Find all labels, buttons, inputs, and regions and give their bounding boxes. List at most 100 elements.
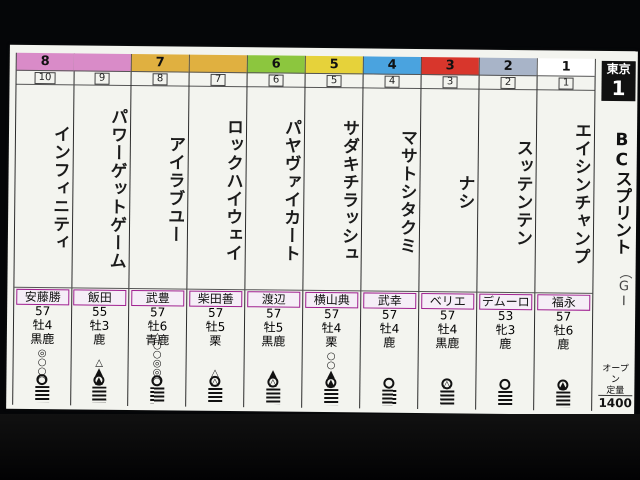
sex-age: 牡4	[379, 321, 400, 336]
horse-columns: 8 10 インフィニティ 安藤勝 57 牡4 黒鹿 ◎ ○ ○ ○ 9 パワーゲットゲーム 飯田 55 牡3 鹿…	[10, 45, 638, 411]
coat-color: 黒鹿	[30, 331, 55, 347]
horse-number-value: 1	[558, 76, 574, 90]
horse-number-value: 6	[268, 73, 284, 87]
horse-name: アイラブユー	[129, 85, 189, 290]
form-bars-icon	[149, 387, 164, 404]
horse-column: 1 1 エイシンチャンプ 福永 57 牡6 鹿 ▲	[534, 58, 596, 411]
coat-color: 鹿	[557, 337, 570, 352]
frame-number-band: 5	[305, 55, 363, 75]
horse-number: 4	[363, 74, 421, 90]
form-bars-icon	[497, 390, 512, 407]
carried-weight: 55	[91, 304, 108, 319]
sex-age: 牡5	[205, 319, 226, 334]
horse-name: サダキチラッシュ	[303, 87, 363, 292]
form-circle-icon	[35, 374, 47, 386]
jockey-name: 渡辺	[247, 291, 301, 308]
form-circle-icon	[440, 378, 452, 390]
horse-name: ナシ	[419, 89, 479, 293]
horse-column: 6 6 パヤヴァイカート 渡辺 57 牡5 黒鹿 ▲ △	[244, 55, 306, 408]
sex-age: 牡4	[321, 321, 342, 336]
horse-column: 4 4 マサトシタクミ 武幸 57 牡4 鹿	[360, 56, 422, 410]
jockey-name: 福永	[537, 294, 591, 311]
frame-number: 1	[561, 59, 571, 75]
horse-column: 2 2 スッテンテン デムーロ 53 牝3 鹿	[476, 57, 538, 411]
frame-number-band: 4	[363, 56, 421, 76]
horse-number-value: 4	[384, 75, 400, 88]
horse-name: マサトシタクミ	[361, 88, 421, 293]
frame-number: 4	[387, 57, 397, 73]
horse-name: ロックハイウェイ	[187, 86, 247, 291]
coat-color: 鹿	[383, 335, 396, 350]
horse-number: 8	[131, 71, 189, 87]
horse-number-value: 2	[500, 76, 516, 89]
form-bars-icon	[439, 390, 454, 407]
jockey-name: デムーロ	[479, 293, 533, 311]
form-circle-icon	[324, 377, 336, 389]
coat-color: 栗	[209, 333, 222, 348]
carried-weight: 57	[265, 306, 282, 321]
jockey-name: 柴田善	[189, 290, 243, 308]
form-circle-icon	[92, 374, 104, 386]
frame-number: 8	[40, 54, 50, 70]
sex-age: 牝3	[495, 322, 516, 338]
race-distance: 1400	[598, 394, 633, 413]
frame-number-band: 8	[16, 52, 74, 72]
horse-column: 9 パワーゲットゲーム 飯田 55 牡3 鹿 △ ▲ ▲	[70, 53, 132, 406]
race-conditions: オープン 定量	[602, 363, 629, 397]
horse-column: 7 ロックハイウェイ 柴田善 57 牡5 栗 △ △	[186, 54, 248, 408]
jockey-name: 武豊	[131, 290, 185, 307]
form-bars-icon	[323, 389, 338, 406]
horse-number: 7	[189, 72, 247, 88]
carried-weight: 57	[34, 303, 51, 319]
frame-number: 2	[503, 58, 513, 74]
sex-age: 牡4	[32, 317, 53, 333]
race-name: BCスプリント	[610, 129, 633, 255]
horse-name: インフィニティ	[14, 84, 74, 289]
sex-age: 牡6	[553, 323, 574, 338]
sex-age: 牡3	[89, 318, 110, 333]
horse-number-value: 9	[94, 72, 110, 85]
carried-weight: 57	[149, 305, 166, 320]
coat-color: 栗	[325, 335, 338, 350]
race-venue-badge: 東京 1	[601, 60, 636, 102]
coat-color: 鹿	[93, 332, 106, 347]
horse-column: 5 5 サダキチラッシュ 横山典 57 牡4 栗 ○ ○ ▲ ▲	[302, 55, 364, 409]
sex-age: 牡5	[263, 320, 284, 335]
horse-number: 2	[479, 75, 537, 91]
frame-number: 5	[329, 57, 339, 73]
form-circle-icon	[266, 376, 278, 388]
horse-name: エイシンチャンプ	[535, 90, 595, 294]
horse-name: パワーゲットゲーム	[71, 85, 131, 289]
race-number: 1	[611, 76, 626, 101]
horse-number: 9	[73, 71, 131, 86]
form-bars-icon	[91, 386, 106, 403]
horse-name: パヤヴァイカート	[245, 87, 305, 291]
horse-number: 1	[537, 76, 595, 91]
horse-number: 5	[305, 73, 363, 89]
carried-weight: 57	[439, 308, 456, 323]
jockey-name: 武幸	[363, 292, 417, 309]
screen-bezel	[0, 414, 640, 480]
frame-number-band: 3	[421, 57, 479, 76]
frame-number-band: 1	[537, 58, 595, 77]
frame-number: 6	[271, 56, 281, 72]
form-bars-icon	[34, 386, 49, 403]
horse-column: 7 8 アイラブユー 武豊 57 牡6 青鹿 △ ○ ○ ◎ ◎ ○	[128, 53, 190, 407]
form-circle-icon	[150, 375, 162, 387]
horse-number-value: 3	[442, 75, 458, 88]
form-circle-icon	[382, 377, 394, 389]
race-grade: （GⅠ	[616, 265, 632, 309]
horse-number: 3	[421, 75, 479, 90]
frame-number-band	[73, 53, 131, 72]
form-circle-icon	[556, 379, 568, 391]
horse-number-value: 8	[152, 72, 168, 85]
carried-weight: 57	[555, 309, 572, 324]
frame-number: 7	[155, 55, 165, 71]
horse-column: 3 3 ナシ ベリエ 57 牡4 黒鹿 △	[418, 57, 480, 410]
form-bars-icon	[207, 387, 222, 404]
frame-number: 3	[445, 58, 455, 74]
horse-number: 10	[16, 70, 74, 86]
coat-color: 鹿	[499, 336, 512, 351]
frame-number-band	[189, 54, 247, 74]
coat-color: 黒鹿	[435, 336, 460, 351]
